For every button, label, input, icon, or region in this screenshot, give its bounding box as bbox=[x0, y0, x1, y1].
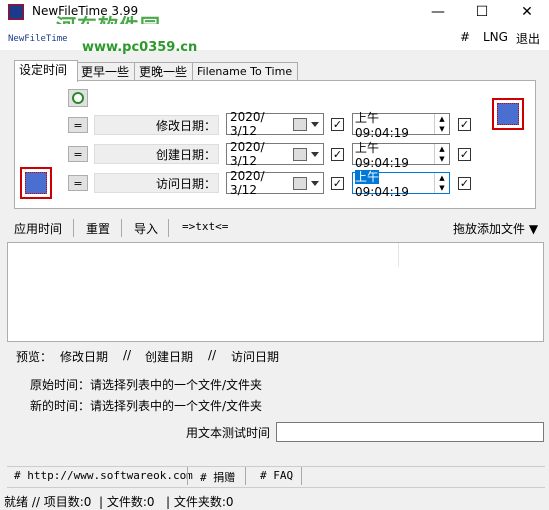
footer-separator bbox=[245, 467, 246, 485]
app-icon bbox=[8, 4, 24, 20]
app-subtitle: NewFileTime bbox=[8, 34, 68, 44]
access-time-spinner[interactable]: 上午 09:04:19 ▲ ▼ bbox=[352, 169, 450, 199]
chevron-down-icon bbox=[311, 121, 319, 127]
faq-link[interactable]: # FAQ bbox=[260, 469, 293, 482]
drag-add-files-button[interactable]: 拖放添加文件 ▼ bbox=[453, 220, 538, 237]
original-time-label: 原始时间： bbox=[30, 378, 91, 392]
toolbar-separator bbox=[168, 219, 169, 237]
time-value: 上午 09:04:19 bbox=[355, 168, 434, 199]
test-time-label: 用文本测试时间 bbox=[186, 426, 271, 440]
preview-separator: // bbox=[208, 348, 217, 362]
date-value: 2020/ 3/12 bbox=[230, 169, 265, 197]
equal-button-modify[interactable]: = bbox=[68, 117, 88, 133]
minimize-button[interactable]: — bbox=[416, 0, 460, 24]
access-date-checkbox[interactable]: ✓ bbox=[331, 177, 344, 190]
donate-link[interactable]: # 捐赠 bbox=[200, 469, 235, 485]
preview-access-link[interactable]: 访问日期 bbox=[231, 348, 279, 365]
now-button[interactable] bbox=[68, 89, 88, 107]
toolbar-separator bbox=[121, 219, 122, 237]
file-list[interactable] bbox=[7, 242, 544, 342]
time-ampm: 上午 bbox=[355, 140, 380, 155]
import-button[interactable]: 导入 bbox=[134, 220, 158, 237]
chevron-down-icon bbox=[311, 151, 319, 157]
file-time-icon-left[interactable] bbox=[20, 167, 52, 199]
equal-button-create[interactable]: = bbox=[68, 146, 88, 162]
time-clock: 09:04:19 bbox=[355, 125, 409, 140]
modify-time-checkbox[interactable]: ✓ bbox=[458, 118, 471, 131]
watermark-url: www.pc0359.cn bbox=[82, 40, 198, 55]
reset-button[interactable]: 重置 bbox=[86, 220, 110, 237]
create-time-checkbox[interactable]: ✓ bbox=[458, 148, 471, 161]
label-access-date: 访问日期： bbox=[155, 177, 216, 191]
toolbar-separator bbox=[73, 219, 74, 237]
preview-create-link[interactable]: 创建日期 bbox=[145, 348, 193, 365]
date-value: 2020/ 3/12 bbox=[230, 140, 265, 168]
file-time-icon[interactable] bbox=[492, 98, 524, 130]
status-text: 就绪 // 项目数:0 | 文件数:0 | 文件夹数:0 bbox=[4, 495, 234, 509]
calendar-icon bbox=[293, 117, 307, 131]
tab-earlier[interactable]: 更早一些 bbox=[76, 62, 136, 81]
apply-time-button[interactable]: 应用时间 bbox=[14, 220, 62, 237]
time-ampm-selected: 上午 bbox=[355, 169, 380, 184]
time-ampm: 上午 bbox=[355, 110, 380, 125]
spin-control[interactable]: ▲ ▼ bbox=[434, 173, 449, 193]
export-txt-button[interactable]: =>txt<= bbox=[182, 220, 228, 233]
tab-filename-to-time[interactable]: Filename To Time bbox=[192, 62, 298, 81]
date-value: 2020/ 3/12 bbox=[230, 110, 265, 138]
preview-label: 预览： bbox=[16, 350, 53, 364]
spin-control[interactable]: ▲ ▼ bbox=[434, 114, 449, 134]
time-value: 上午 09:04:19 bbox=[355, 139, 434, 170]
create-time-spinner[interactable]: 上午 09:04:19 ▲ ▼ bbox=[352, 141, 450, 170]
tab-set-time[interactable]: 设定时间 bbox=[14, 60, 78, 82]
status-bar: 就绪 // 项目数:0 | 文件数:0 | 文件夹数:0 bbox=[0, 491, 549, 509]
access-date-picker[interactable]: 2020/ 3/12 bbox=[226, 169, 324, 197]
time-value: 上午 09:04:19 bbox=[355, 109, 434, 140]
time-clock: 09:04:19 bbox=[355, 184, 409, 199]
calendar-icon bbox=[293, 176, 307, 190]
modify-date-checkbox[interactable]: ✓ bbox=[331, 118, 344, 131]
close-button[interactable]: ✕ bbox=[505, 0, 549, 24]
modify-time-spinner[interactable]: 上午 09:04:19 ▲ ▼ bbox=[352, 111, 450, 140]
preview-separator: // bbox=[123, 348, 132, 362]
new-time-label: 新的时间： bbox=[30, 399, 91, 413]
calendar-icon bbox=[293, 147, 307, 161]
spin-control[interactable]: ▲ ▼ bbox=[434, 144, 449, 164]
access-time-checkbox[interactable]: ✓ bbox=[458, 177, 471, 190]
test-time-input[interactable] bbox=[276, 422, 544, 442]
website-link[interactable]: # http://www.softwareok.com bbox=[14, 469, 193, 482]
maximize-button[interactable]: ☐ bbox=[460, 0, 504, 24]
chevron-down-icon bbox=[311, 180, 319, 186]
menu-hash[interactable]: # bbox=[460, 30, 470, 44]
equal-button-access[interactable]: = bbox=[68, 175, 88, 191]
label-modify-date: 修改日期： bbox=[155, 119, 216, 133]
create-date-picker[interactable]: 2020/ 3/12 bbox=[226, 140, 324, 168]
label-create-date: 创建日期： bbox=[155, 148, 216, 162]
tab-later[interactable]: 更晚一些 bbox=[134, 62, 194, 81]
modify-date-picker[interactable]: 2020/ 3/12 bbox=[226, 110, 324, 138]
clock-icon bbox=[72, 92, 84, 104]
original-time-value: 请选择列表中的一个文件/文件夹 bbox=[90, 378, 263, 392]
create-date-checkbox[interactable]: ✓ bbox=[331, 148, 344, 161]
footer-separator bbox=[187, 467, 188, 485]
column-divider bbox=[398, 243, 399, 267]
preview-modify-link[interactable]: 修改日期 bbox=[60, 348, 108, 365]
menu-exit[interactable]: 退出 bbox=[516, 30, 540, 47]
footer-separator bbox=[301, 467, 302, 485]
menu-lng[interactable]: LNG bbox=[483, 30, 508, 44]
new-time-value: 请选择列表中的一个文件/文件夹 bbox=[90, 399, 263, 413]
